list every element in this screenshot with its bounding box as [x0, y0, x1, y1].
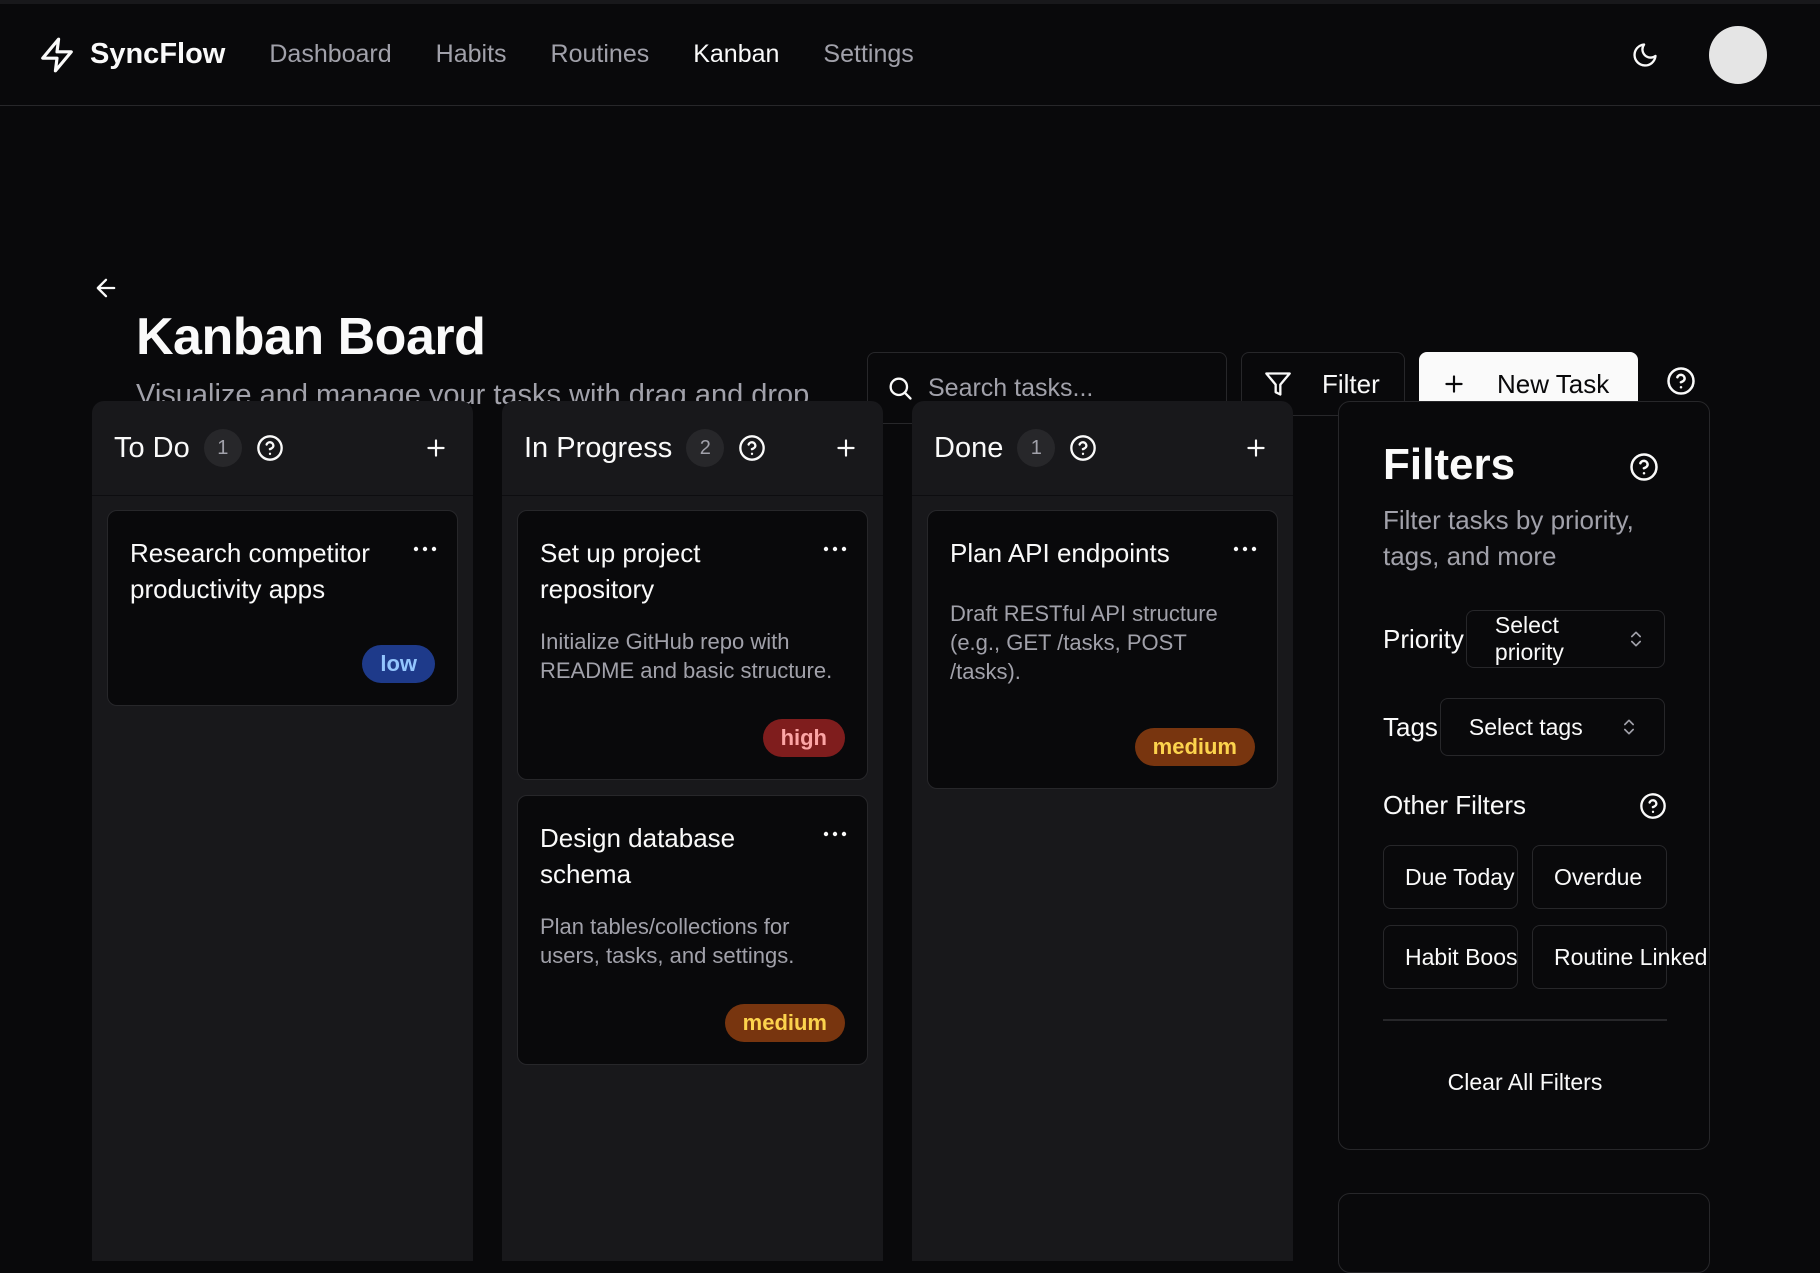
- task-description: Plan tables/collections for users, tasks…: [540, 914, 795, 968]
- filters-title: Filters: [1383, 440, 1516, 489]
- help-circle-icon[interactable]: [1069, 434, 1097, 462]
- priority-select[interactable]: Select priority: [1465, 610, 1665, 668]
- arrow-left-icon[interactable]: [92, 274, 120, 302]
- priority-badge: medium: [1134, 728, 1255, 766]
- column-title: To Do: [114, 431, 190, 464]
- funnel-icon: [1264, 370, 1292, 398]
- task-description: Draft RESTful API structure (e.g., GET /…: [950, 601, 1218, 684]
- other-filters-label: Other Filters: [1383, 790, 1527, 820]
- moon-icon[interactable]: [1631, 41, 1659, 69]
- priority-badge: low: [362, 645, 435, 683]
- top-navbar: SyncFlow Dashboard Habits Routines Kanba…: [0, 4, 1820, 106]
- help-circle-icon[interactable]: [1666, 366, 1696, 396]
- clear-all-filters-button[interactable]: Clear All Filters: [1383, 1069, 1667, 1096]
- nav-dashboard[interactable]: Dashboard: [269, 40, 391, 69]
- priority-badge: high: [762, 719, 845, 757]
- add-card-button[interactable]: [423, 435, 449, 461]
- column-title: Done: [934, 431, 1004, 464]
- task-title: Set up project repository: [540, 538, 701, 604]
- help-circle-icon[interactable]: [256, 434, 284, 462]
- chip-routine-linked[interactable]: Routine Linked: [1532, 925, 1707, 989]
- chip-due-today[interactable]: Due Today: [1383, 845, 1518, 909]
- task-card[interactable]: Set up project repository Initialize Git…: [517, 510, 868, 780]
- filter-chips: Due Today Overdue Habit Booster Routine …: [1383, 845, 1707, 989]
- tags-label: Tags: [1383, 711, 1438, 742]
- task-title: Design database schema: [540, 823, 736, 889]
- task-card[interactable]: Research competitor productivity apps lo…: [107, 510, 458, 706]
- add-card-button[interactable]: [1243, 435, 1269, 461]
- more-horizontal-icon[interactable]: [823, 830, 847, 838]
- chevrons-up-down-icon: [1619, 714, 1639, 740]
- chevrons-up-down-icon: [1626, 626, 1646, 652]
- column-title: In Progress: [524, 431, 673, 464]
- task-description: Initialize GitHub repo with README and b…: [540, 629, 833, 683]
- nav-settings[interactable]: Settings: [823, 40, 913, 69]
- help-circle-icon[interactable]: [738, 434, 766, 462]
- priority-select-value: Select priority: [1494, 612, 1564, 665]
- priority-label: Priority: [1383, 623, 1464, 654]
- chip-habit-booster[interactable]: Habit Booster: [1383, 925, 1518, 989]
- main-nav: Dashboard Habits Routines Kanban Setting…: [269, 40, 913, 69]
- kanban-board: To Do 1 Research competitor productivity…: [92, 401, 1293, 1261]
- tags-select[interactable]: Select tags: [1439, 698, 1665, 756]
- task-title: Plan API endpoints: [950, 538, 1170, 568]
- divider: [1383, 1019, 1667, 1021]
- chip-overdue[interactable]: Overdue: [1532, 845, 1667, 909]
- more-horizontal-icon[interactable]: [413, 545, 437, 553]
- task-card[interactable]: Design database schema Plan tables/colle…: [517, 795, 868, 1065]
- column-done: Done 1 Plan API endpoints Draft RESTful …: [912, 401, 1293, 1261]
- brand-name: SyncFlow: [90, 38, 226, 70]
- column-count: 2: [686, 429, 725, 467]
- task-card[interactable]: Plan API endpoints Draft RESTful API str…: [927, 510, 1278, 789]
- nav-kanban[interactable]: Kanban: [693, 40, 779, 69]
- filter-button-label: Filter: [1322, 368, 1380, 399]
- column-count: 1: [203, 429, 242, 467]
- column-in-progress: In Progress 2 Set up project repository …: [502, 401, 883, 1261]
- lightning-icon: [38, 35, 76, 75]
- page-header: Kanban Board Visualize and manage your t…: [0, 106, 1820, 424]
- help-circle-icon[interactable]: [1629, 452, 1659, 482]
- add-card-button[interactable]: [833, 435, 859, 461]
- priority-badge: medium: [724, 1004, 845, 1042]
- column-count: 1: [1017, 429, 1056, 467]
- tags-select-value: Select tags: [1468, 713, 1583, 740]
- more-horizontal-icon[interactable]: [823, 545, 847, 553]
- search-icon: [886, 374, 914, 402]
- filters-panel: Filters Filter tasks by priority, tags, …: [1338, 401, 1710, 1150]
- more-horizontal-icon[interactable]: [1233, 545, 1257, 553]
- column-todo: To Do 1 Research competitor productivity…: [92, 401, 473, 1261]
- avatar[interactable]: [1709, 25, 1767, 84]
- secondary-panel: [1338, 1193, 1710, 1273]
- task-title: Research competitor productivity apps: [130, 538, 370, 604]
- search-input[interactable]: [928, 373, 1208, 403]
- nav-routines[interactable]: Routines: [551, 40, 650, 69]
- help-circle-icon[interactable]: [1639, 792, 1667, 820]
- new-task-label: New Task: [1497, 368, 1610, 399]
- page-title: Kanban Board: [136, 308, 486, 366]
- plus-icon: [1441, 371, 1467, 397]
- filters-subtitle: Filter tasks by priority, tags, and more: [1383, 505, 1634, 571]
- brand[interactable]: SyncFlow: [38, 35, 225, 75]
- nav-habits[interactable]: Habits: [436, 40, 507, 69]
